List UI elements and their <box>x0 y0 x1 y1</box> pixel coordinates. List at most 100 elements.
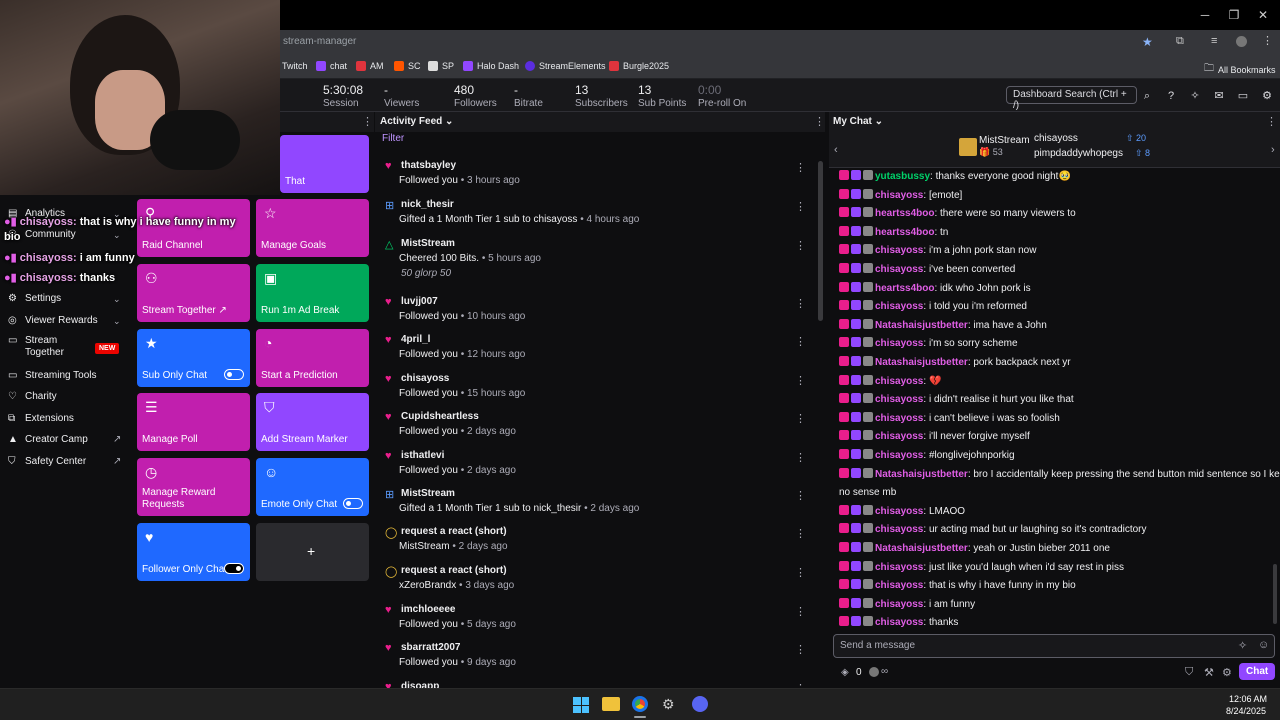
tile-follower-only-chat[interactable]: ♥ Follower Only Chat <box>137 523 250 581</box>
chat-username[interactable]: chisayoss <box>875 450 923 461</box>
nav-community[interactable]: ⚇ Community <box>8 229 128 240</box>
nav-streaming-tools[interactable]: ▭ Streaming Tools <box>8 370 128 381</box>
sub-only-toggle[interactable] <box>224 369 244 380</box>
bookmark-sp[interactable]: SP <box>428 61 454 71</box>
windows-start-icon[interactable] <box>573 697 589 713</box>
more-options-icon[interactable]: ⋮ <box>795 335 806 348</box>
more-options-icon[interactable]: ⋮ <box>795 200 806 213</box>
activity-username[interactable]: isthatlevi <box>401 450 444 461</box>
chat-title[interactable]: My Chat ⌄ <box>833 116 883 127</box>
emote-only-toggle[interactable] <box>343 498 363 509</box>
bookmark-halo-dash[interactable]: Halo Dash <box>463 61 519 71</box>
activity-username[interactable]: nick_thesir <box>401 199 454 210</box>
more-options-icon[interactable]: ⋮ <box>795 643 806 656</box>
chat-username[interactable]: Natashaisjustbetter <box>875 543 968 554</box>
file-explorer-icon[interactable] <box>602 697 620 711</box>
menu-icon[interactable]: ⋮ <box>1262 34 1273 47</box>
tile-raid-channel[interactable]: ⚲ Raid Channel <box>137 199 250 257</box>
shield-icon[interactable]: ⛉ <box>1185 666 1193 679</box>
activity-username[interactable]: MistStream <box>401 488 455 499</box>
bookmark-am[interactable]: AM <box>356 61 384 71</box>
activity-username[interactable]: imchloeeee <box>401 604 455 615</box>
bookmark-star-icon[interactable]: ★ <box>1142 35 1153 49</box>
tile-emote-only-chat[interactable]: ☺ Emote Only Chat <box>256 458 369 516</box>
chat-username[interactable]: chisayoss <box>875 617 923 628</box>
chat-username[interactable]: chisayoss <box>875 599 923 610</box>
filter-button[interactable]: Filter <box>382 133 404 144</box>
activity-scrollbar[interactable] <box>818 161 823 321</box>
activity-username[interactable]: request a react (short) <box>401 565 507 576</box>
close-icon[interactable]: ✕ <box>1256 8 1270 22</box>
leaderboard-user[interactable]: MistStream <box>979 135 1030 146</box>
chat-username[interactable]: Natashaisjustbetter <box>875 357 968 368</box>
more-options-icon[interactable]: ⋮ <box>795 161 806 174</box>
tile-sub-only-chat[interactable]: ★ Sub Only Chat <box>137 329 250 387</box>
more-options-icon[interactable]: ⋮ <box>795 489 806 502</box>
activity-username[interactable]: luvjj007 <box>401 296 438 307</box>
more-options-icon[interactable]: ⋮ <box>795 527 806 540</box>
minimize-icon[interactable]: ─ <box>1198 8 1212 22</box>
discord-icon[interactable] <box>692 696 708 712</box>
activity-item[interactable]: ♥ luvjj007 Followed you • 10 hours ago ⋮ <box>375 294 815 332</box>
clock-date[interactable]: 8/24/2025 <box>1226 706 1266 716</box>
tile-run-ad-break[interactable]: ▣ Run 1m Ad Break <box>256 264 369 322</box>
bookmark-sc[interactable]: SC <box>394 61 421 71</box>
activity-username[interactable]: 4pril_l <box>401 334 430 345</box>
activity-item[interactable]: △ MistStream Cheered 100 Bits. • 5 hours a… <box>375 236 815 279</box>
activity-username[interactable]: thatsbayley <box>401 160 456 171</box>
nav-settings[interactable]: ⚙ Settings <box>8 293 128 304</box>
add-action-tile[interactable]: + <box>256 523 369 581</box>
chat-username[interactable]: heartss4boo <box>875 227 934 238</box>
nav-viewer-rewards[interactable]: ◎ Viewer Rewards <box>8 315 128 326</box>
chat-username[interactable]: chisayoss <box>875 190 923 201</box>
leaderboard-user[interactable]: pimpdaddywhopegs <box>1034 148 1123 159</box>
chat-username[interactable]: Natashaisjustbetter <box>875 320 968 331</box>
profile-avatar[interactable] <box>1236 36 1247 47</box>
activity-username[interactable]: chisayoss <box>401 373 449 384</box>
magic-icon[interactable]: ✧ <box>1238 639 1247 652</box>
sparkle-icon[interactable]: ✧ <box>1188 89 1202 103</box>
nav-safety-center[interactable]: ⛉ Safety Center <box>8 456 128 467</box>
more-options-icon[interactable]: ⋮ <box>795 566 806 579</box>
tile-manage-goals[interactable]: ☆ Manage Goals <box>256 199 369 257</box>
tile-manage-reward-requests[interactable]: ◷ Manage Reward Requests <box>137 458 250 516</box>
chat-username[interactable]: yutasbussy <box>875 171 930 182</box>
more-options-icon[interactable]: ⋮ <box>795 412 806 425</box>
chat-username[interactable]: heartss4boo <box>875 283 934 294</box>
more-options-icon[interactable]: ⋮ <box>795 239 806 252</box>
activity-username[interactable]: Cupidsheartless <box>401 411 479 422</box>
activity-username[interactable]: MistStream <box>401 238 455 249</box>
mail-icon[interactable]: ✉ <box>1212 89 1226 103</box>
more-options-icon[interactable]: ⋮ <box>1266 115 1277 128</box>
chat-send-button[interactable]: Chat <box>1239 663 1276 680</box>
help-icon[interactable]: ? <box>1164 89 1178 103</box>
chat-username[interactable]: chisayoss <box>875 413 923 424</box>
bookmark-streamelements[interactable]: StreamElements <box>525 61 606 71</box>
more-options-icon[interactable]: ⋮ <box>795 374 806 387</box>
more-options-icon[interactable]: ⋮ <box>795 451 806 464</box>
leaderboard-user[interactable]: chisayoss <box>1034 133 1078 144</box>
gear-icon[interactable]: ⚙ <box>1260 89 1274 103</box>
chat-username[interactable]: chisayoss <box>875 338 923 349</box>
activity-item[interactable]: ◯ request a react (short) xZeroBrandx • 3 … <box>375 563 815 601</box>
chat-username[interactable]: chisayoss <box>875 431 923 442</box>
bookmark-chat[interactable]: chat <box>316 61 347 71</box>
emote-picker-icon[interactable]: ☺ <box>1258 639 1269 651</box>
tile-manage-poll[interactable]: ☰ Manage Poll <box>137 393 250 451</box>
more-options-icon[interactable]: ⋮ <box>795 605 806 618</box>
chat-username[interactable]: chisayoss <box>875 394 923 405</box>
activity-item[interactable]: ♥ 4pril_l Followed you • 12 hours ago ⋮ <box>375 332 815 370</box>
chat-username[interactable]: heartss4boo <box>875 208 934 219</box>
clock-time[interactable]: 12:06 AM <box>1229 694 1267 704</box>
chevron-right-icon[interactable]: › <box>1271 144 1275 156</box>
nav-charity[interactable]: ♡ Charity <box>8 391 128 402</box>
tile-partial[interactable]: That <box>280 135 369 193</box>
activity-item[interactable]: ♥ isthatlevi Followed you • 2 days ago ⋮ <box>375 448 815 486</box>
chat-username[interactable]: chisayoss <box>875 376 923 387</box>
activity-item[interactable]: ⊞ MistStream Gifted a 1 Month Tier 1 sub t… <box>375 486 815 524</box>
dashboard-search[interactable]: Dashboard Search (Ctrl + /) <box>1006 86 1137 111</box>
activity-username[interactable]: disoapp <box>401 681 439 688</box>
activity-feed-title[interactable]: Activity Feed ⌄ <box>380 116 453 127</box>
activity-item[interactable]: ♥ thatsbayley Followed you • 3 hours ago ⋮ <box>375 158 815 196</box>
activity-username[interactable]: request a react (short) <box>401 526 507 537</box>
